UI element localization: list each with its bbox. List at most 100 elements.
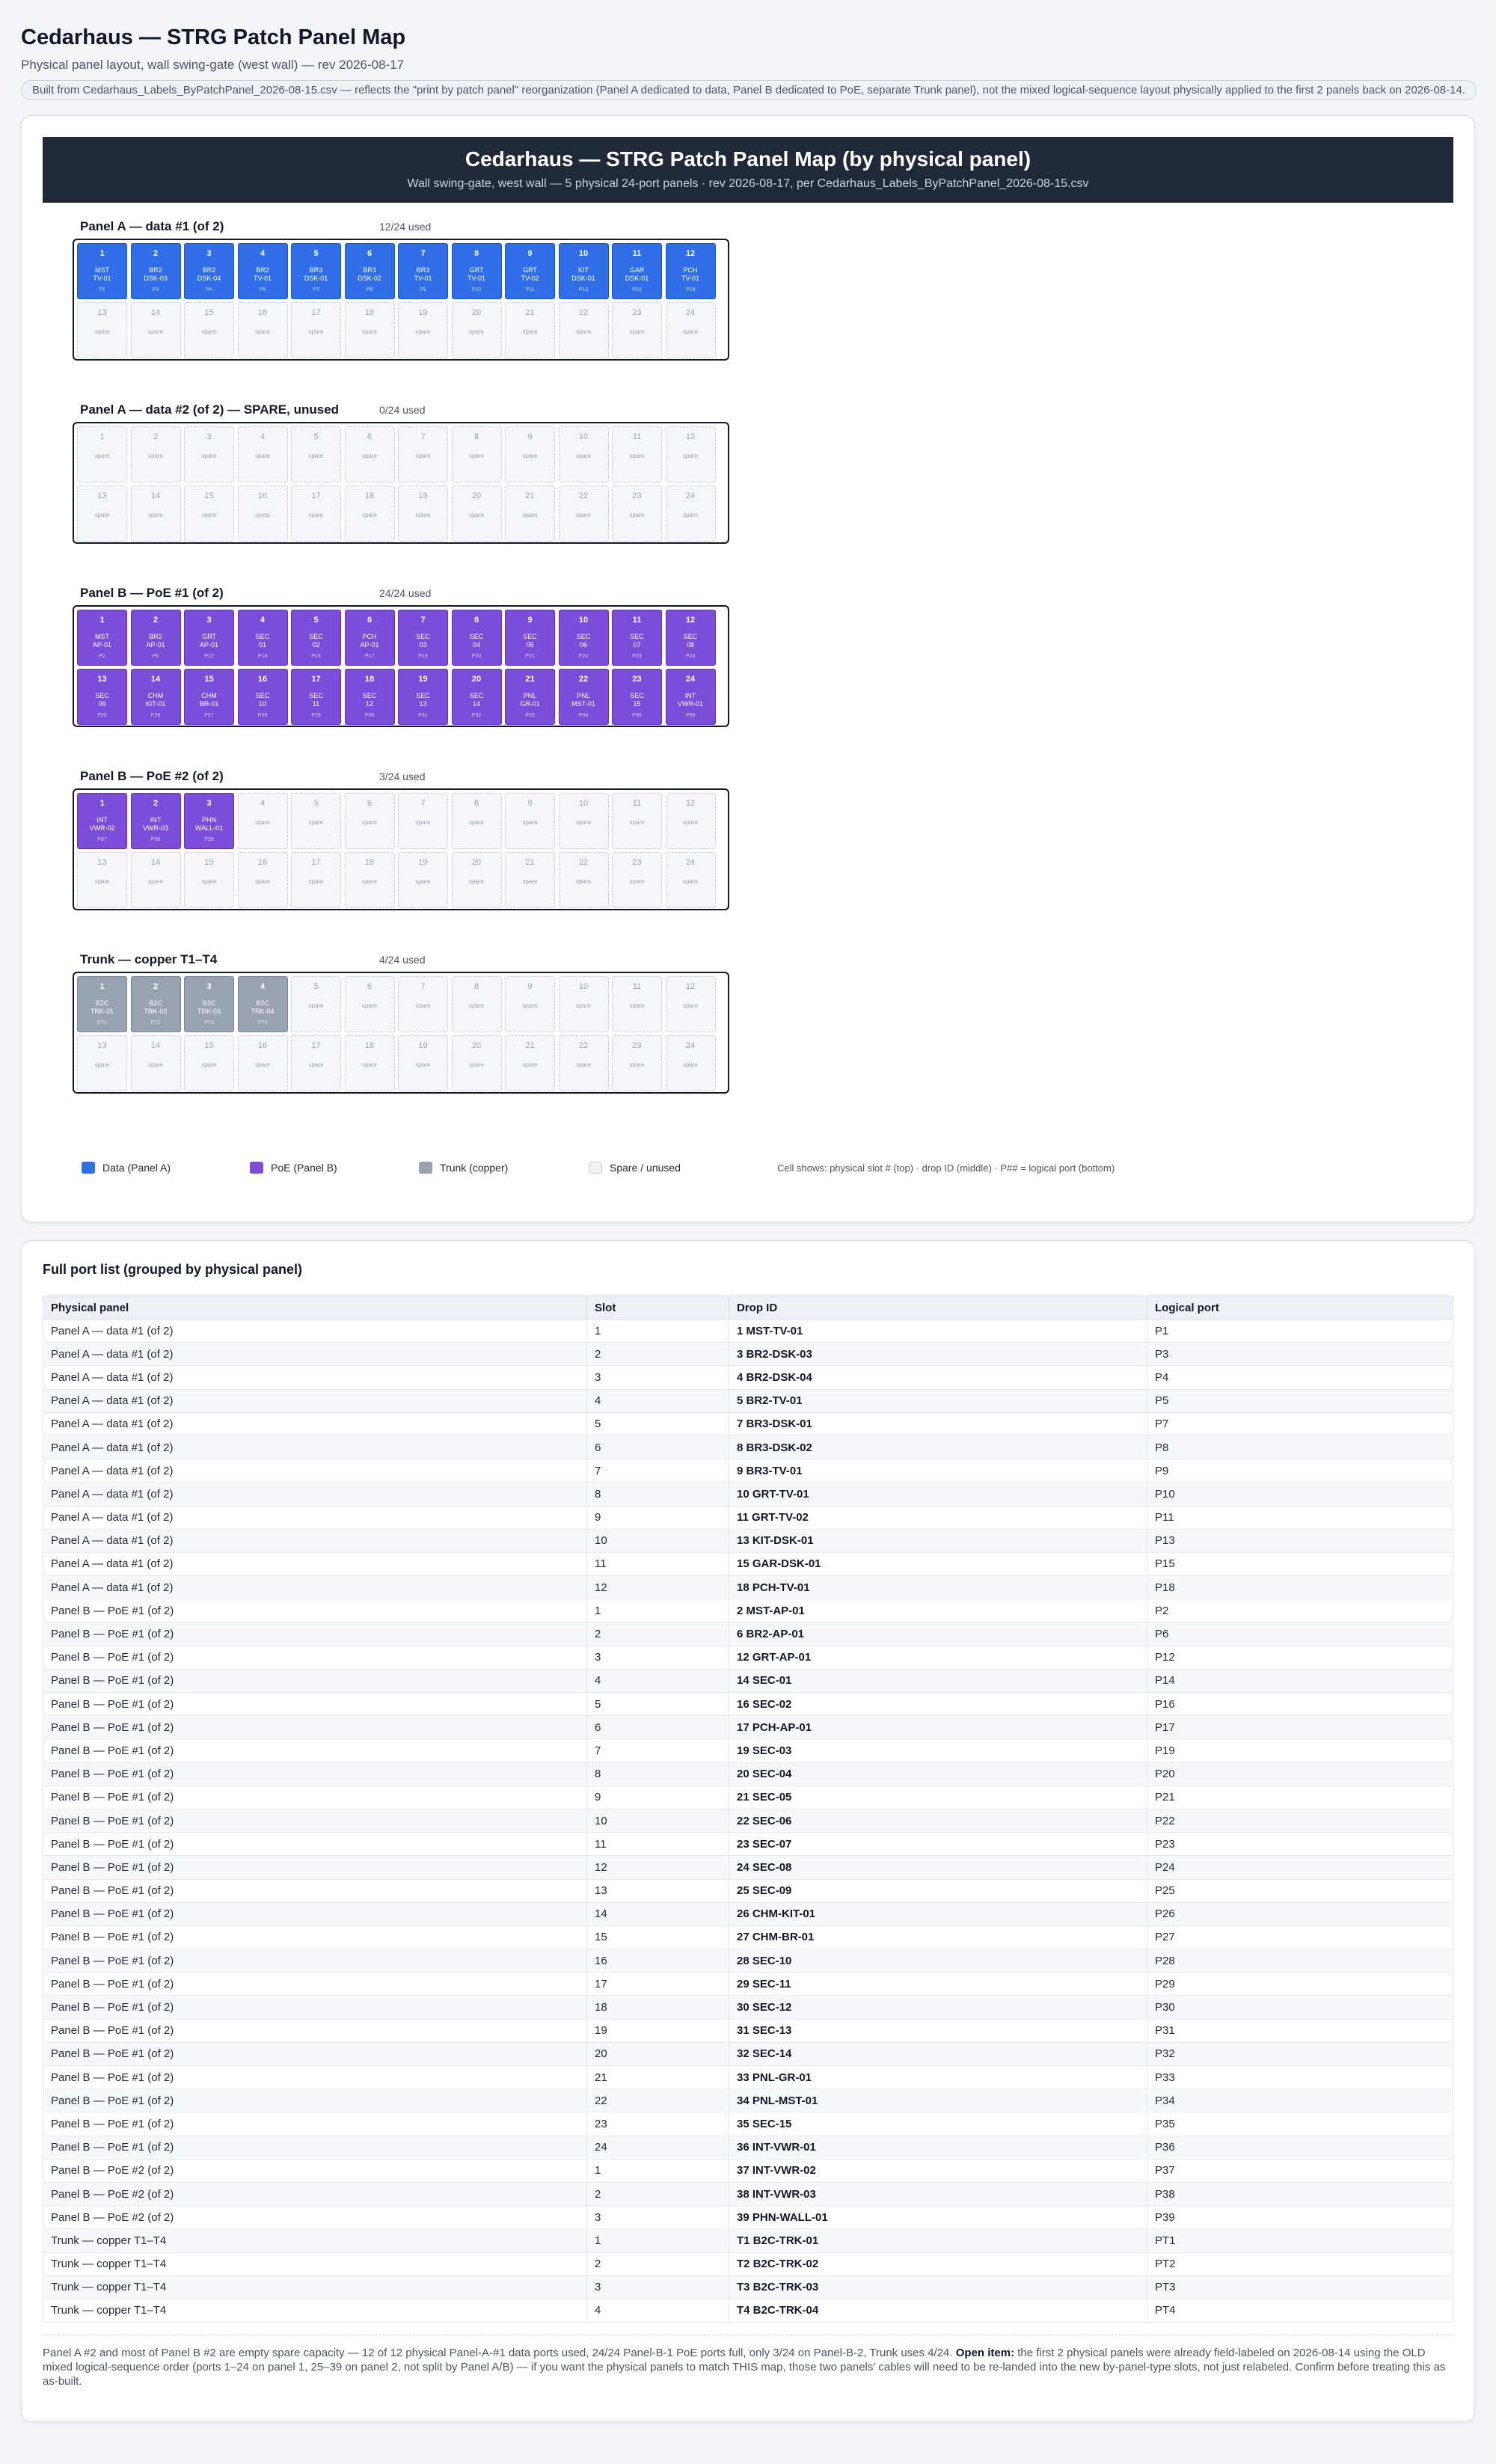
port-slot[interactable]: 8 SEC 04 P20 [451, 610, 502, 666]
port-slot[interactable]: 20 SEC 14 P32 [451, 669, 502, 725]
port-slot[interactable]: 19 SEC 13 P31 [398, 669, 448, 725]
port-slot[interactable]: 24 INT VWR-01 P36 [665, 669, 716, 725]
port-slot-spare[interactable]: 11 spare [612, 426, 662, 482]
port-slot[interactable]: 1 MST TV-01 P1 [77, 243, 127, 299]
port-slot-spare[interactable]: 10 spare [558, 976, 609, 1032]
port-slot[interactable]: 3 B2C TRK-03 PT3 [184, 976, 234, 1032]
port-slot[interactable]: 15 CHM BR-01 P27 [184, 669, 234, 725]
port-slot[interactable]: 10 SEC 06 P22 [558, 610, 609, 666]
port-slot-spare[interactable]: 17 spare [291, 485, 341, 542]
port-slot[interactable]: 8 GRT TV-01 P10 [451, 243, 502, 299]
port-slot[interactable]: 5 BR3 DSK-01 P7 [291, 243, 341, 299]
port-slot-spare[interactable]: 21 spare [505, 485, 555, 542]
port-slot[interactable]: 6 BR3 DSK-02 P8 [344, 243, 395, 299]
port-slot-spare[interactable]: 17 spare [291, 1035, 341, 1091]
port-slot[interactable]: 10 KIT DSK-01 P13 [558, 243, 609, 299]
port-slot-spare[interactable]: 24 spare [665, 302, 716, 358]
port-slot-spare[interactable]: 19 spare [398, 852, 448, 908]
port-slot[interactable]: 22 PNL MST-01 P34 [558, 669, 609, 725]
port-slot-spare[interactable]: 13 spare [77, 302, 127, 358]
port-slot[interactable]: 11 GAR DSK-01 P15 [612, 243, 662, 299]
port-slot[interactable]: 3 PHN WALL-01 P39 [184, 793, 234, 849]
port-slot[interactable]: 23 SEC 15 P35 [612, 669, 662, 725]
port-slot[interactable]: 3 GRT AP-01 P12 [184, 610, 234, 666]
port-slot-spare[interactable]: 16 spare [237, 302, 288, 358]
port-slot-spare[interactable]: 23 spare [612, 852, 662, 908]
port-slot-spare[interactable]: 10 spare [558, 426, 609, 482]
port-slot-spare[interactable]: 22 spare [558, 1035, 609, 1091]
port-slot-spare[interactable]: 9 spare [505, 793, 555, 849]
port-slot-spare[interactable]: 7 spare [398, 793, 448, 849]
port-slot[interactable]: 5 SEC 02 P16 [291, 610, 341, 666]
port-slot[interactable]: 4 B2C TRK-04 PT4 [237, 976, 288, 1032]
port-slot-spare[interactable]: 7 spare [398, 976, 448, 1032]
port-slot-spare[interactable]: 18 spare [344, 1035, 395, 1091]
port-slot-spare[interactable]: 14 spare [130, 485, 181, 542]
port-slot-spare[interactable]: 4 spare [237, 793, 288, 849]
port-slot-spare[interactable]: 4 spare [237, 426, 288, 482]
port-slot-spare[interactable]: 9 spare [505, 976, 555, 1032]
port-slot-spare[interactable]: 15 spare [184, 852, 234, 908]
port-slot-spare[interactable]: 14 spare [130, 302, 181, 358]
port-slot-spare[interactable]: 17 spare [291, 852, 341, 908]
port-slot[interactable]: 2 B2C TRK-02 PT2 [130, 976, 181, 1032]
port-slot[interactable]: 11 SEC 07 P23 [612, 610, 662, 666]
port-slot-spare[interactable]: 11 spare [612, 976, 662, 1032]
port-slot-spare[interactable]: 24 spare [665, 485, 716, 542]
port-slot-spare[interactable]: 16 spare [237, 485, 288, 542]
port-slot-spare[interactable]: 22 spare [558, 485, 609, 542]
port-slot-spare[interactable]: 13 spare [77, 1035, 127, 1091]
port-slot[interactable]: 2 BR2 AP-01 P6 [130, 610, 181, 666]
port-slot[interactable]: 6 PCH AP-01 P17 [344, 610, 395, 666]
port-slot[interactable]: 13 SEC 09 P25 [77, 669, 127, 725]
port-slot-spare[interactable]: 13 spare [77, 485, 127, 542]
port-slot-spare[interactable]: 14 spare [130, 1035, 181, 1091]
port-slot-spare[interactable]: 12 spare [665, 793, 716, 849]
port-slot-spare[interactable]: 12 spare [665, 426, 716, 482]
port-slot-spare[interactable]: 12 spare [665, 976, 716, 1032]
port-slot-spare[interactable]: 5 spare [291, 426, 341, 482]
port-slot[interactable]: 18 SEC 12 P30 [344, 669, 395, 725]
port-slot-spare[interactable]: 23 spare [612, 1035, 662, 1091]
port-slot[interactable]: 14 CHM KIT-01 P26 [130, 669, 181, 725]
port-slot[interactable]: 12 SEC 08 P24 [665, 610, 716, 666]
port-slot-spare[interactable]: 14 spare [130, 852, 181, 908]
port-slot-spare[interactable]: 8 spare [451, 793, 502, 849]
port-slot-spare[interactable]: 18 spare [344, 852, 395, 908]
port-slot-spare[interactable]: 23 spare [612, 302, 662, 358]
port-slot-spare[interactable]: 24 spare [665, 1035, 716, 1091]
port-slot-spare[interactable]: 19 spare [398, 302, 448, 358]
port-slot-spare[interactable]: 10 spare [558, 793, 609, 849]
port-slot-spare[interactable]: 21 spare [505, 1035, 555, 1091]
port-slot-spare[interactable]: 5 spare [291, 793, 341, 849]
port-slot-spare[interactable]: 21 spare [505, 302, 555, 358]
port-slot-spare[interactable]: 21 spare [505, 852, 555, 908]
port-slot[interactable]: 2 INT VWR-03 P38 [130, 793, 181, 849]
port-slot[interactable]: 9 GRT TV-02 P11 [505, 243, 555, 299]
port-slot[interactable]: 4 BR2 TV-01 P5 [237, 243, 288, 299]
port-slot-spare[interactable]: 22 spare [558, 852, 609, 908]
port-slot[interactable]: 4 SEC 01 P14 [237, 610, 288, 666]
port-slot[interactable]: 3 BR2 DSK-04 P4 [184, 243, 234, 299]
port-slot-spare[interactable]: 19 spare [398, 485, 448, 542]
port-slot-spare[interactable]: 20 spare [451, 485, 502, 542]
port-slot[interactable]: 9 SEC 05 P21 [505, 610, 555, 666]
port-slot-spare[interactable]: 1 spare [77, 426, 127, 482]
port-slot-spare[interactable]: 19 spare [398, 1035, 448, 1091]
port-slot[interactable]: 1 MST AP-01 P2 [77, 610, 127, 666]
port-slot-spare[interactable]: 9 spare [505, 426, 555, 482]
port-slot-spare[interactable]: 5 spare [291, 976, 341, 1032]
port-slot-spare[interactable]: 22 spare [558, 302, 609, 358]
port-slot-spare[interactable]: 24 spare [665, 852, 716, 908]
port-slot-spare[interactable]: 7 spare [398, 426, 448, 482]
port-slot[interactable]: 7 SEC 03 P19 [398, 610, 448, 666]
port-slot[interactable]: 7 BR3 TV-01 P9 [398, 243, 448, 299]
port-slot-spare[interactable]: 17 spare [291, 302, 341, 358]
port-slot-spare[interactable]: 13 spare [77, 852, 127, 908]
port-slot[interactable]: 16 SEC 10 P28 [237, 669, 288, 725]
port-slot-spare[interactable]: 15 spare [184, 302, 234, 358]
port-slot-spare[interactable]: 3 spare [184, 426, 234, 482]
port-slot-spare[interactable]: 16 spare [237, 1035, 288, 1091]
port-slot-spare[interactable]: 20 spare [451, 1035, 502, 1091]
port-slot-spare[interactable]: 18 spare [344, 302, 395, 358]
